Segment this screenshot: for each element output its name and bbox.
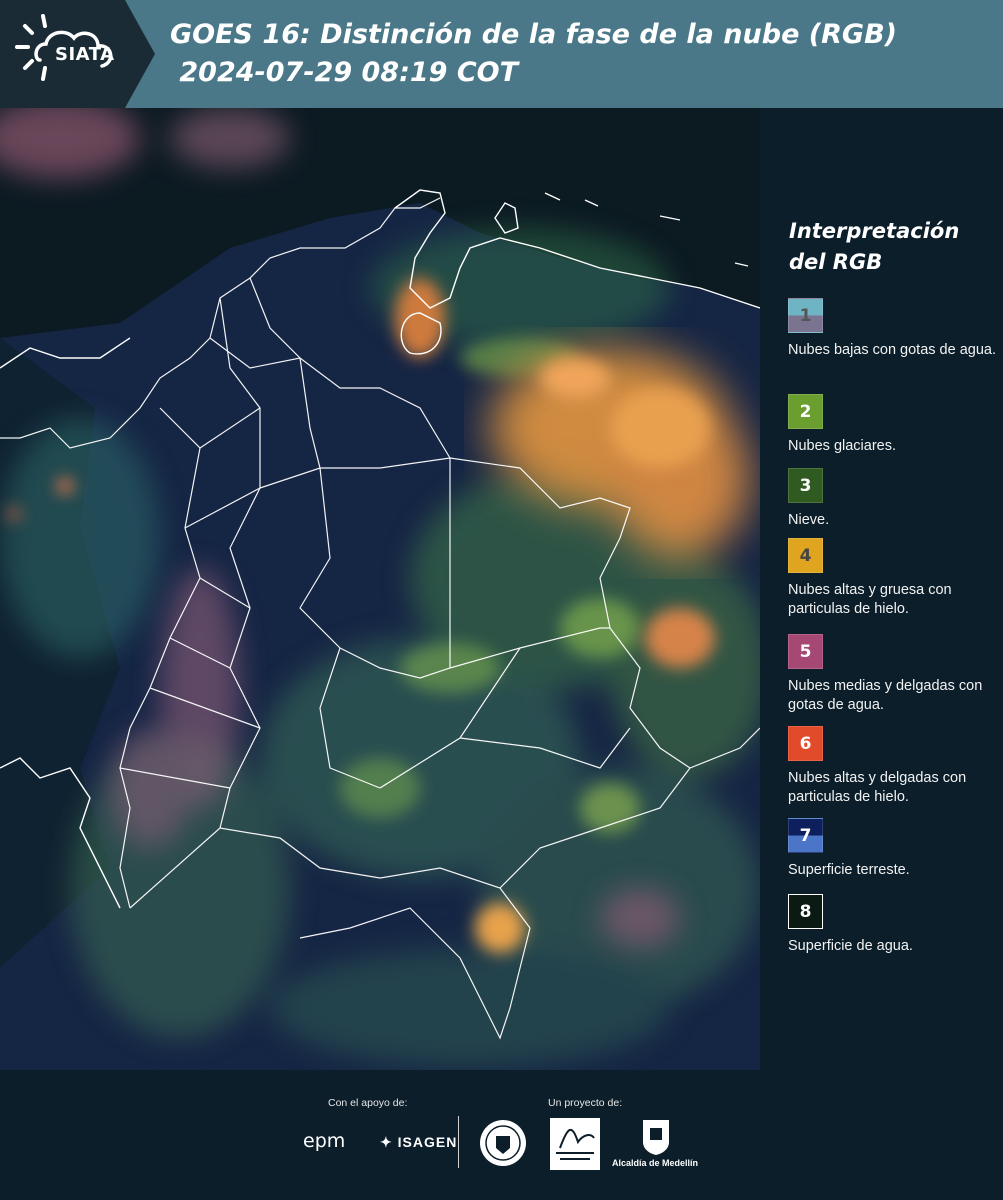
title-line-2: 2024-07-29 08:19 COT bbox=[170, 57, 519, 88]
legend-number: 2 bbox=[799, 402, 812, 422]
legend-item-6: 6 Nubes altas y delgadas con particulas … bbox=[788, 726, 1000, 807]
isagen-logo: ✦ ISAGEN bbox=[380, 1134, 457, 1151]
legend-swatch: 3 bbox=[788, 468, 823, 503]
legend-label: Nubes altas y gruesa con particulas de h… bbox=[788, 582, 952, 617]
legend-swatch: 8 bbox=[788, 894, 823, 929]
satellite-map-image bbox=[0, 108, 760, 1070]
legend-swatch: 2 bbox=[788, 394, 823, 429]
legend-item-8: 8 Superficie de agua. bbox=[788, 894, 1000, 956]
legend-swatch: 4 bbox=[788, 538, 823, 573]
isagen-text: ISAGEN bbox=[397, 1134, 458, 1150]
university-seal-icon bbox=[480, 1120, 526, 1166]
legend-swatch: 7 bbox=[788, 818, 823, 853]
legend-label: Nubes altas y delgadas con particulas de… bbox=[788, 770, 967, 805]
legend-panel: Interpretación del RGB 1 Nubes bajas con… bbox=[760, 108, 1003, 1070]
legend-item-7: 7 Superficie terreste. bbox=[788, 818, 1000, 880]
legend-item-3: 3 Nieve. bbox=[788, 468, 1000, 530]
footer-divider bbox=[458, 1116, 459, 1168]
legend-swatch: 1 bbox=[788, 298, 823, 333]
alcaldia-shield-icon bbox=[643, 1120, 669, 1155]
area-metropolitana-logo-icon bbox=[550, 1118, 600, 1170]
siata-logo: SIATA bbox=[0, 0, 155, 108]
legend-label: Nubes medias y delgadas con gotas de agu… bbox=[788, 678, 983, 713]
logo-text: SIATA bbox=[55, 44, 115, 65]
legend-number: 5 bbox=[799, 642, 812, 662]
legend-number: 6 bbox=[799, 734, 812, 754]
legend-label: Nubes glaciares. bbox=[788, 438, 896, 454]
project-caption: Un proyecto de: bbox=[548, 1097, 623, 1109]
legend-swatch: 5 bbox=[788, 634, 823, 669]
legend-item-2: 2 Nubes glaciares. bbox=[788, 394, 1000, 456]
legend-label: Nubes bajas con gotas de agua. bbox=[788, 342, 996, 358]
header-bar: SIATA GOES 16: Distinción de la fase de … bbox=[0, 0, 1003, 108]
legend-item-4: 4 Nubes altas y gruesa con particulas de… bbox=[788, 538, 1000, 619]
satellite-map bbox=[0, 108, 760, 1070]
legend-number: 3 bbox=[799, 476, 812, 496]
epm-logo: epm bbox=[303, 1130, 346, 1152]
legend-label: Superficie terreste. bbox=[788, 862, 910, 878]
legend-number: 4 bbox=[799, 546, 812, 566]
legend-swatch: 6 bbox=[788, 726, 823, 761]
page-title: GOES 16: Distinción de la fase de la nub… bbox=[170, 16, 897, 92]
legend-item-1: 1 Nubes bajas con gotas de agua. bbox=[788, 298, 1000, 360]
legend-number: 1 bbox=[799, 306, 812, 326]
legend-title: Interpretación del RGB bbox=[789, 219, 960, 274]
legend-number: 8 bbox=[799, 902, 812, 922]
title-line-1: GOES 16: Distinción de la fase de la nub… bbox=[170, 19, 897, 50]
support-caption: Con el apoyo de: bbox=[328, 1097, 408, 1109]
legend-label: Superficie de agua. bbox=[788, 938, 913, 954]
isagen-icon: ✦ bbox=[380, 1134, 393, 1150]
legend-number: 7 bbox=[799, 826, 812, 846]
legend-label: Nieve. bbox=[788, 512, 830, 528]
legend-item-5: 5 Nubes medias y delgadas con gotas de a… bbox=[788, 634, 1000, 715]
alcaldia-text: Alcaldía de Medellín bbox=[612, 1158, 699, 1168]
footer: Con el apoyo de: Un proyecto de: epm ✦ I… bbox=[0, 1070, 1003, 1200]
